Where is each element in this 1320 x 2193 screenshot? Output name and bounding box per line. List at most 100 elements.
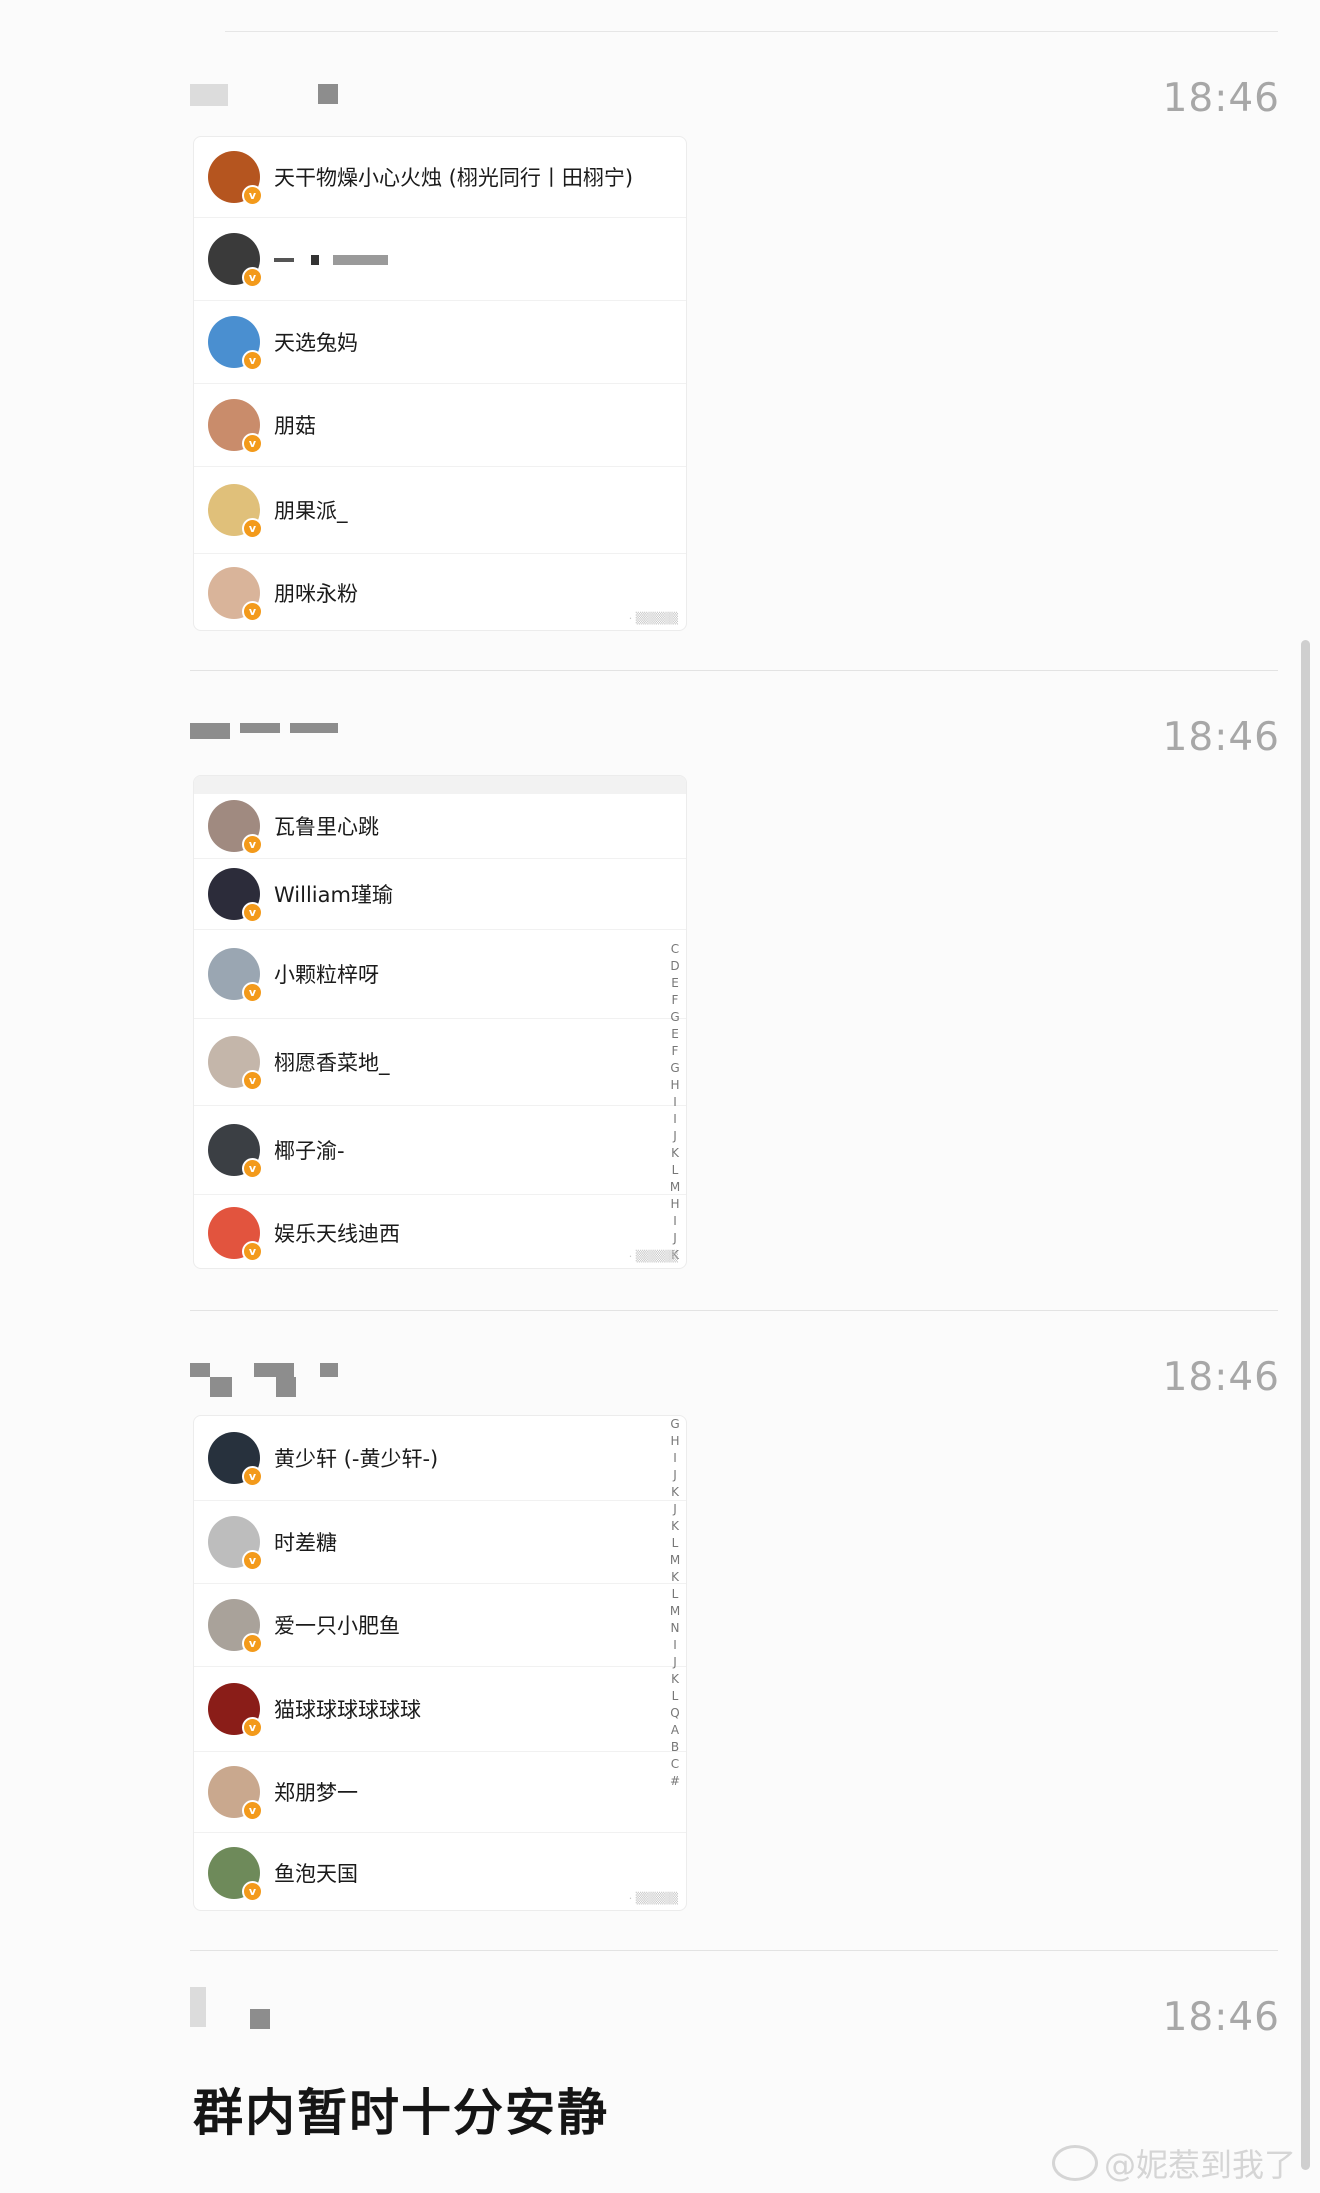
verified-badge-icon: v — [242, 1800, 263, 1821]
verified-badge-icon: v — [242, 902, 263, 923]
verified-badge-icon: v — [242, 1158, 263, 1179]
alphabet-index-letter[interactable]: I — [673, 1637, 677, 1654]
message-time: 18:46 — [1162, 1355, 1280, 1400]
avatar: v — [208, 316, 263, 371]
alphabet-index-letter[interactable]: N — [671, 1620, 680, 1637]
alphabet-index-letter[interactable]: Q — [670, 1705, 679, 1722]
alphabet-index-letter[interactable]: F — [672, 992, 679, 1009]
member-name: 朋咪永粉 — [274, 582, 358, 606]
message-time: 18:46 — [1162, 76, 1280, 121]
alphabet-index-letter[interactable]: J — [673, 1467, 677, 1484]
alphabet-index-letter[interactable]: M — [670, 1179, 680, 1196]
alphabet-index-letter[interactable]: G — [670, 1009, 679, 1026]
alphabet-index-letter[interactable]: M — [670, 1603, 680, 1620]
member-name: 朋果派_ — [274, 499, 348, 523]
member-row: v — [194, 217, 686, 300]
member-name: 爱一只小肥鱼 — [274, 1614, 400, 1638]
avatar: v — [208, 233, 263, 288]
avatar: v — [208, 567, 263, 622]
alphabet-index-letter[interactable]: J — [673, 1654, 677, 1671]
verified-badge-icon: v — [242, 433, 263, 454]
verified-badge-icon: v — [242, 1550, 263, 1571]
card-header-cropped — [194, 776, 686, 794]
avatar: v — [208, 1124, 263, 1179]
sender-name-redacted — [190, 84, 530, 114]
alphabet-index: CDEFGEFGHIIJKLMHIJK — [667, 941, 683, 1264]
alphabet-index-letter[interactable]: K — [671, 1671, 679, 1688]
alphabet-index-letter[interactable]: J — [673, 1128, 677, 1145]
alphabet-index-letter[interactable]: # — [670, 1773, 680, 1790]
alphabet-index-letter[interactable]: L — [672, 1162, 679, 1179]
alphabet-index-letter[interactable]: A — [671, 1722, 679, 1739]
alphabet-index-letter[interactable]: I — [673, 1094, 677, 1111]
alphabet-index-letter[interactable]: C — [671, 1756, 679, 1773]
member-row: v 小颗粒梓呀 — [194, 929, 686, 1018]
top-divider — [225, 31, 1278, 32]
verified-badge-icon: v — [242, 1466, 263, 1487]
alphabet-index-letter[interactable]: K — [671, 1518, 679, 1535]
alphabet-index-letter[interactable]: G — [670, 1416, 679, 1433]
divider — [190, 1310, 1278, 1311]
divider — [190, 1950, 1278, 1951]
member-name-redacted — [274, 247, 389, 271]
alphabet-index-letter[interactable]: D — [670, 958, 679, 975]
alphabet-index-letter[interactable]: L — [672, 1535, 679, 1552]
verified-badge-icon: v — [242, 185, 263, 206]
member-list-screenshot: v 黄少轩 (-黄少轩-) v 时差糖 v 爱一只小肥鱼 v 猫球球球球球球 v… — [193, 1415, 687, 1911]
member-row: v 朋咪永粉 — [194, 553, 686, 630]
member-row: v 郑朋梦一 — [194, 1751, 686, 1832]
watermark-text: @妮惹到我了 — [1104, 2146, 1297, 2184]
member-name: 朋菇 — [274, 414, 316, 438]
member-row: v 娱乐天线迪西 — [194, 1194, 686, 1268]
avatar: v — [208, 1516, 263, 1571]
alphabet-index-letter[interactable]: F — [672, 1043, 679, 1060]
member-name: 郑朋梦一 — [274, 1781, 358, 1805]
alphabet-index-letter[interactable]: L — [672, 1688, 679, 1705]
alphabet-index-letter[interactable]: C — [671, 941, 679, 958]
verified-badge-icon: v — [242, 834, 263, 855]
avatar: v — [208, 484, 263, 539]
alphabet-index-letter[interactable]: I — [673, 1450, 677, 1467]
member-row: v 朋菇 — [194, 383, 686, 466]
alphabet-index-letter[interactable]: K — [671, 1484, 679, 1501]
avatar: v — [208, 868, 263, 923]
alphabet-index-letter[interactable]: E — [671, 1026, 679, 1043]
weibo-logo-icon — [1052, 2145, 1098, 2181]
member-list-screenshot: v 瓦鲁里心跳 v William瑾瑜 v 小颗粒梓呀 v 栩愿香菜地_ v 椰… — [193, 775, 687, 1269]
avatar: v — [208, 1847, 263, 1902]
alphabet-index-letter[interactable]: H — [670, 1433, 679, 1450]
member-row: v 栩愿香菜地_ — [194, 1018, 686, 1105]
alphabet-index-letter[interactable]: I — [673, 1111, 677, 1128]
avatar: v — [208, 399, 263, 454]
member-row: v 时差糖 — [194, 1500, 686, 1583]
alphabet-index-letter[interactable]: J — [673, 1230, 677, 1247]
alphabet-index-letter[interactable]: M — [670, 1552, 680, 1569]
scrollbar[interactable] — [1301, 640, 1310, 2170]
verified-badge-icon: v — [242, 350, 263, 371]
member-name: 鱼泡天国 — [274, 1862, 358, 1886]
image-watermark: · ▒▒▒▒▒ — [628, 1250, 678, 1263]
member-name: 小颗粒梓呀 — [274, 963, 379, 987]
verified-badge-icon: v — [242, 1070, 263, 1091]
alphabet-index-letter[interactable]: K — [671, 1569, 679, 1586]
alphabet-index-letter[interactable]: B — [671, 1739, 679, 1756]
member-name: 猫球球球球球球 — [274, 1698, 421, 1722]
alphabet-index: G H I J K J K L M K L M N I J K L Q A B C # — [667, 1416, 683, 1790]
alphabet-index-letter[interactable]: K — [671, 1145, 679, 1162]
alphabet-index-letter[interactable]: J — [673, 1501, 677, 1518]
member-row: v 天选兔妈 — [194, 300, 686, 383]
image-watermark: · ▒▒▒▒▒ — [628, 1892, 678, 1905]
alphabet-index-letter[interactable]: H — [670, 1077, 679, 1094]
alphabet-index-letter[interactable]: E — [671, 975, 679, 992]
alphabet-index-letter[interactable]: H — [670, 1196, 679, 1213]
member-name: 天干物燥小心火烛 (栩光同行丨田栩宁) — [274, 166, 634, 190]
avatar: v — [208, 1432, 263, 1487]
avatar: v — [208, 1599, 263, 1654]
alphabet-index-letter[interactable]: I — [673, 1213, 677, 1230]
verified-badge-icon: v — [242, 982, 263, 1003]
avatar: v — [208, 151, 263, 206]
member-name: 娱乐天线迪西 — [274, 1222, 400, 1246]
alphabet-index-letter[interactable]: G — [670, 1060, 679, 1077]
alphabet-index-letter[interactable]: L — [672, 1586, 679, 1603]
member-name: 时差糖 — [274, 1531, 337, 1555]
